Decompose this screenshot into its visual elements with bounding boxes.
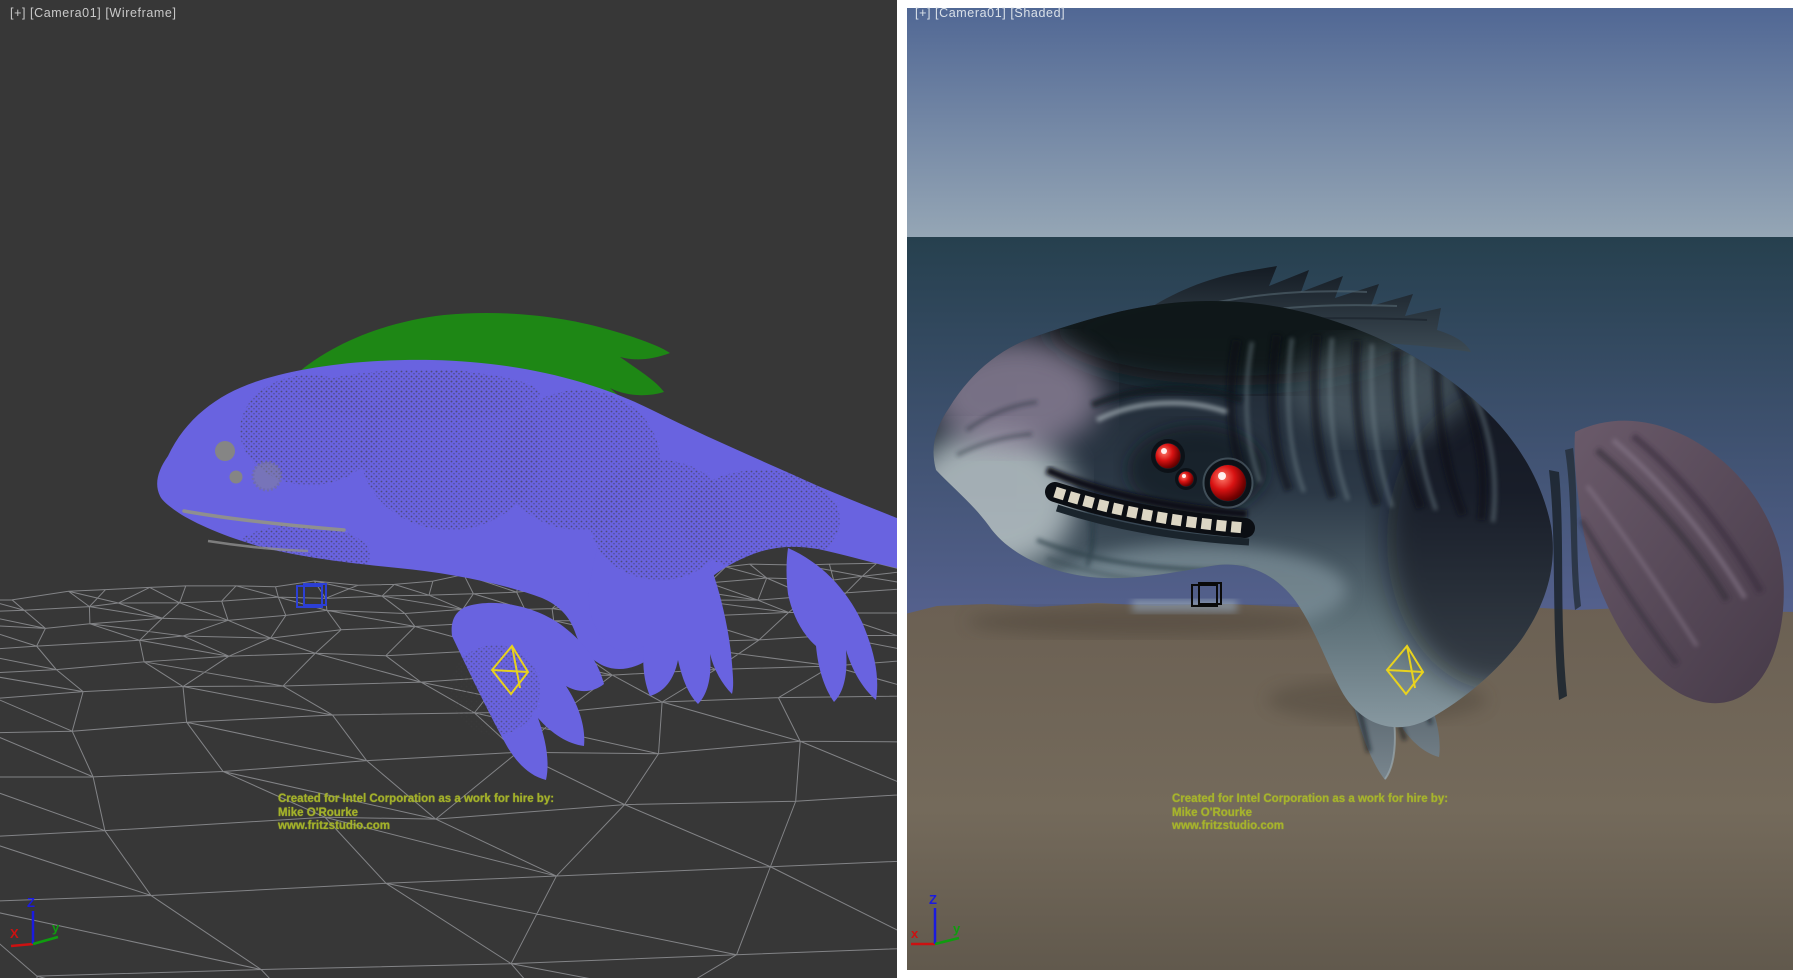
fish-shadow (967, 607, 1327, 637)
viewport-label-left: [+] [Camera01] [Wireframe] (10, 6, 177, 20)
watermark-text: Created for Intel Corporation as a work … (1172, 793, 1448, 834)
watermark-text: Created for Intel Corporation as a work … (278, 793, 554, 834)
axis-y-label: y (953, 921, 961, 936)
axis-x-label: x (911, 926, 919, 941)
axis-z-label: Z (27, 895, 35, 910)
viewport-shading-menu[interactable]: [Wireframe] (105, 6, 176, 20)
viewport-camera01-shaded-active[interactable]: x Z y [+] [Camera01] [Shaded] Created fo… (897, 0, 1800, 978)
sky-backdrop (897, 0, 1800, 237)
viewport-label-right: [+] [Camera01] [Shaded] (915, 6, 1065, 20)
viewport-shading-menu[interactable]: [Shaded] (1010, 6, 1065, 20)
axis-y-label: y (52, 920, 60, 935)
axis-x-label: X (10, 926, 19, 941)
viewport-pov-menu[interactable]: [Camera01] (935, 6, 1006, 20)
viewport-camera01-wireframe[interactable]: X Z y [+] [Camera01] [Wireframe] Created… (0, 0, 897, 978)
viewport-general-menu[interactable]: [+] (915, 6, 931, 20)
viewport-general-menu[interactable]: [+] (10, 6, 26, 20)
axis-z-label: Z (929, 892, 937, 907)
viewport-pov-menu[interactable]: [Camera01] (30, 6, 101, 20)
dual-viewport-stage: X Z y [+] [Camera01] [Wireframe] Created… (0, 0, 1800, 978)
wire-stipple-fin (450, 645, 540, 735)
